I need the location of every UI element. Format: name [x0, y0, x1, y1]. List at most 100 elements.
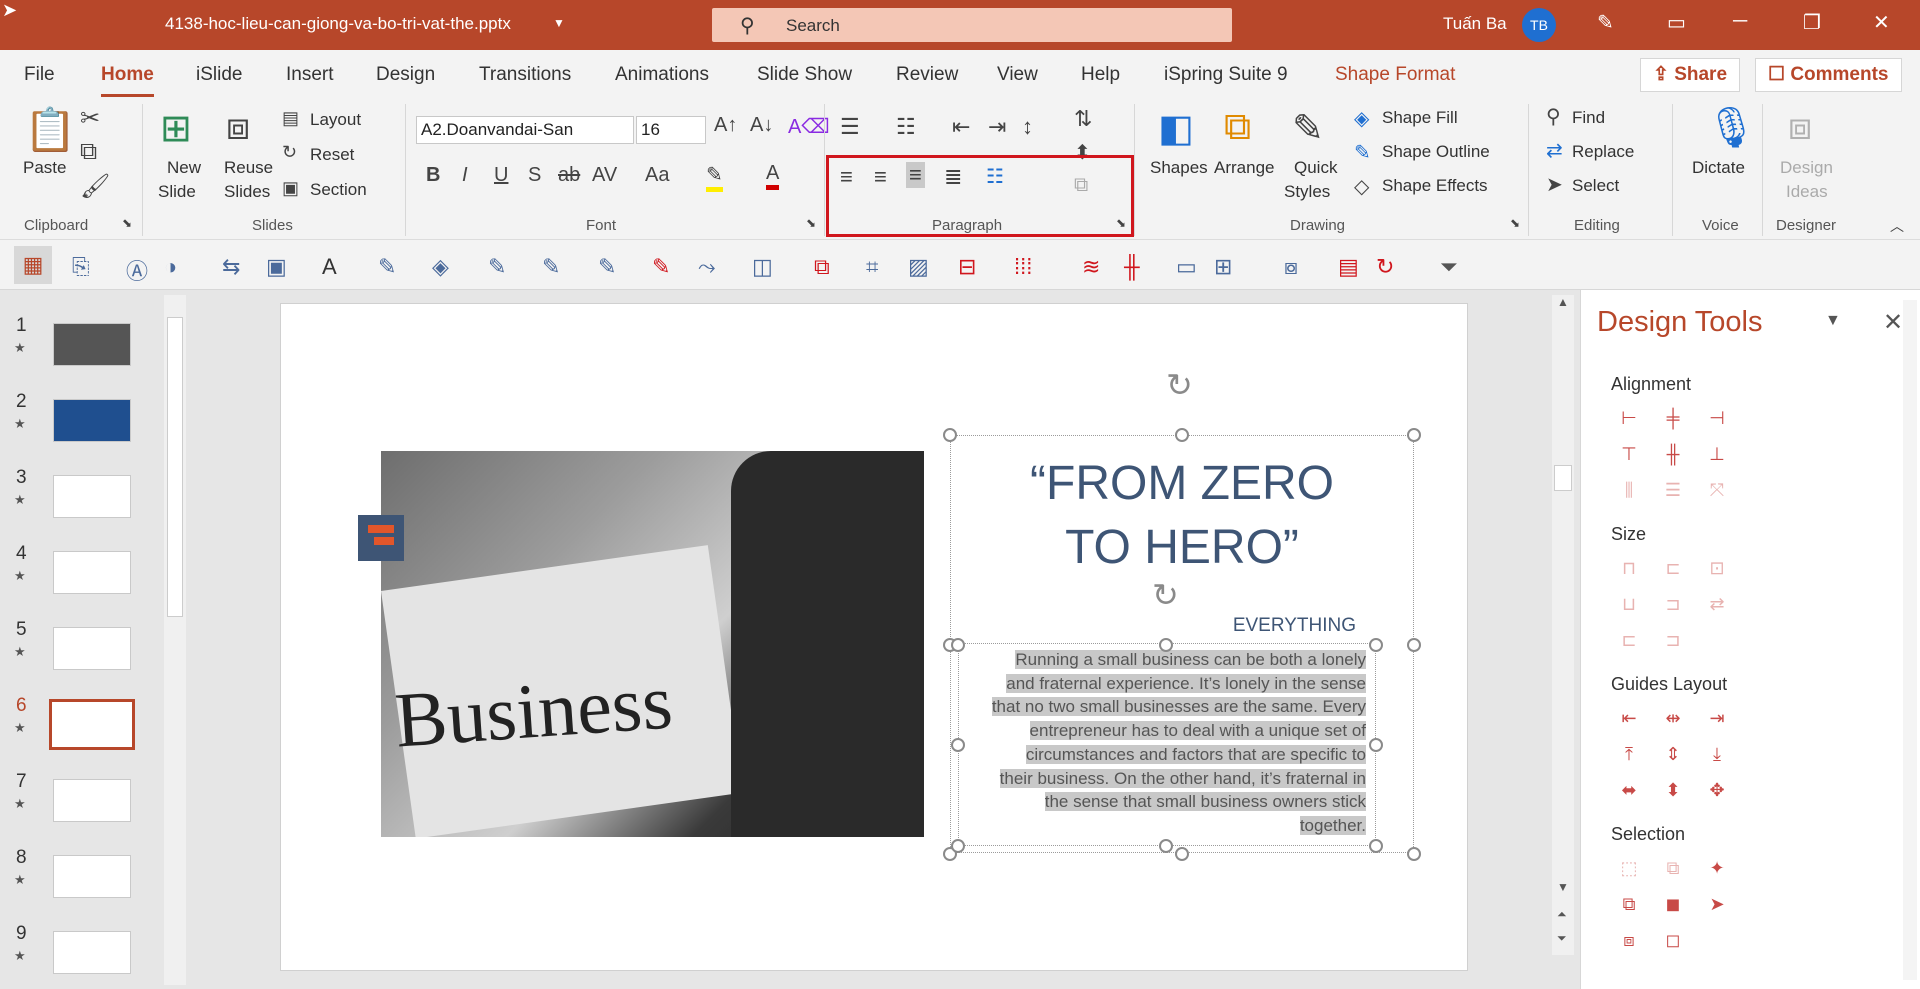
- swap-icon[interactable]: ⇆: [222, 254, 240, 280]
- outline-icon[interactable]: ✎: [542, 254, 560, 280]
- swap-size-icon[interactable]: ⇄: [1705, 592, 1729, 616]
- select-ungroup-icon[interactable]: ⧈: [1617, 928, 1641, 952]
- body-text[interactable]: Running a small business can be both a l…: [960, 648, 1366, 838]
- replace-shape-icon[interactable]: ⤳: [698, 254, 716, 280]
- guide-fill-v-icon[interactable]: ⬍: [1661, 778, 1685, 802]
- thumbnail-slide-9[interactable]: [53, 931, 131, 974]
- right-size-icon[interactable]: ⊐: [1661, 628, 1685, 652]
- section-button[interactable]: Section: [310, 180, 367, 200]
- picture-icon[interactable]: ▨: [908, 254, 929, 280]
- resize-handle[interactable]: [1369, 839, 1383, 853]
- resize-handle[interactable]: [1407, 428, 1421, 442]
- resize-handle[interactable]: [1369, 738, 1383, 752]
- shapes-button[interactable]: Shapes: [1150, 158, 1208, 178]
- next-slide-icon[interactable]: ⏷: [1557, 931, 1567, 946]
- guide-center-h-icon[interactable]: ⇹: [1661, 706, 1685, 730]
- new-slide-label-2[interactable]: Slide: [158, 182, 196, 202]
- left-size-icon[interactable]: ⊏: [1617, 628, 1641, 652]
- strikethrough-icon[interactable]: ab: [558, 164, 580, 187]
- customize-toolbar-icon[interactable]: ⏷: [1440, 254, 1458, 280]
- line-spacing-icon[interactable]: ↕: [1022, 114, 1033, 140]
- tab-home[interactable]: Home: [101, 64, 154, 97]
- align-right-icon[interactable]: ⊣: [1705, 406, 1729, 430]
- minimize-icon[interactable]: ─: [1733, 10, 1747, 33]
- resize-handle[interactable]: [951, 839, 965, 853]
- tab-shape-format[interactable]: Shape Format: [1335, 64, 1455, 86]
- shape-outline-button[interactable]: Shape Outline: [1382, 142, 1490, 162]
- align-center-icon[interactable]: ╪: [1661, 406, 1685, 430]
- guide-left-icon[interactable]: ⇤: [1617, 706, 1641, 730]
- scroll-thumb[interactable]: [1554, 465, 1572, 491]
- font-color-icon[interactable]: A: [766, 162, 780, 190]
- resize-handle[interactable]: [951, 738, 965, 752]
- tab-ispring[interactable]: iSpring Suite 9: [1164, 64, 1288, 86]
- magic-wand-icon[interactable]: ✦: [1705, 856, 1729, 880]
- distribute-diag-icon[interactable]: ⤧: [1705, 478, 1729, 502]
- tab-file[interactable]: File: [24, 64, 55, 86]
- reuse-label-1[interactable]: Reuse: [224, 158, 273, 178]
- resize-handle[interactable]: [1175, 428, 1189, 442]
- reset-button[interactable]: Reset: [310, 145, 354, 165]
- align-bottom-icon[interactable]: ⊥: [1705, 442, 1729, 466]
- decrease-indent-icon[interactable]: ⇤: [952, 114, 970, 140]
- textbox-icon[interactable]: Ⓐ: [126, 254, 148, 286]
- tab-design[interactable]: Design: [376, 64, 435, 86]
- panel-scrollbar[interactable]: [1903, 300, 1917, 980]
- scroll-thumb[interactable]: [167, 317, 183, 617]
- share-button[interactable]: ⇪ Share: [1640, 58, 1741, 92]
- find-button[interactable]: Find: [1572, 108, 1605, 128]
- subtitle[interactable]: EVERYTHING: [1180, 615, 1356, 637]
- font-size-combo[interactable]: 16: [636, 116, 706, 144]
- paste-button[interactable]: Paste: [23, 158, 66, 178]
- reuse-slides-icon[interactable]: ⧈: [226, 106, 250, 149]
- quick-styles-icon[interactable]: ✎: [1292, 106, 1324, 151]
- tab-transitions[interactable]: Transitions: [479, 64, 571, 86]
- shapes-icon[interactable]: ◧: [1158, 106, 1194, 151]
- eyedropper-3-icon[interactable]: ✎: [598, 254, 616, 280]
- replace-button[interactable]: Replace: [1572, 142, 1634, 162]
- title-line-2[interactable]: TO HERO”: [950, 520, 1414, 575]
- cut-icon[interactable]: ✂: [80, 104, 100, 133]
- grid-icon[interactable]: ⊞: [1214, 254, 1232, 280]
- tab-insert[interactable]: Insert: [286, 64, 334, 86]
- title-line-1[interactable]: “FROM ZERO: [950, 456, 1414, 511]
- thumbnail-slide-2[interactable]: [53, 399, 131, 442]
- microphone-icon[interactable]: 🎙: [1706, 104, 1757, 151]
- matrix-icon[interactable]: ⁞⁞⁞: [1014, 254, 1032, 280]
- prev-slide-icon[interactable]: ⏶: [1557, 907, 1567, 922]
- shape-fill-button[interactable]: Shape Fill: [1382, 108, 1458, 128]
- arrange-button[interactable]: Arrange: [1214, 158, 1274, 178]
- shape-effects-button[interactable]: Shape Effects: [1382, 176, 1488, 196]
- design-ideas-label-1[interactable]: Design: [1780, 158, 1833, 178]
- layers-icon[interactable]: ≋: [1082, 254, 1100, 280]
- new-slide-label-1[interactable]: New: [167, 158, 201, 178]
- shadow-icon[interactable]: S: [528, 164, 541, 187]
- drawing-dialog-launcher-icon[interactable]: ⬊: [1510, 216, 1520, 230]
- thumbnail-slide-6[interactable]: [49, 699, 135, 750]
- guide-fill-all-icon[interactable]: ✥: [1705, 778, 1729, 802]
- height-icon[interactable]: ⊐: [1661, 592, 1685, 616]
- char-spacing-icon[interactable]: AV: [592, 164, 617, 187]
- file-name[interactable]: 4138-hoc-lieu-can-giong-va-bo-tri-vat-th…: [165, 14, 511, 34]
- export-icon[interactable]: ⎘: [72, 254, 90, 280]
- distribute-icon[interactable]: ⊟: [958, 254, 976, 280]
- font-name-combo[interactable]: A2.Doanvandai-San: [416, 116, 634, 144]
- slide-scrollbar[interactable]: ▲ ▼ ⏶ ⏷: [1552, 295, 1574, 955]
- text-color-icon[interactable]: A: [322, 254, 337, 280]
- select-back-icon[interactable]: ◻: [1661, 928, 1685, 952]
- reuse-label-2[interactable]: Slides: [224, 182, 270, 202]
- tab-islide[interactable]: iSlide: [196, 64, 242, 86]
- format-painter-icon[interactable]: 🖌: [80, 172, 110, 201]
- design-ideas-icon[interactable]: ⧈: [1788, 106, 1812, 149]
- highlight-icon[interactable]: ✎: [706, 162, 723, 192]
- bold-icon[interactable]: B: [426, 164, 440, 187]
- increase-indent-icon[interactable]: ⇥: [988, 114, 1006, 140]
- align-middle-icon[interactable]: ╫: [1661, 442, 1685, 466]
- tab-view[interactable]: View: [997, 64, 1038, 86]
- user-name[interactable]: Tuấn Ba: [1443, 14, 1507, 34]
- guide-top-icon[interactable]: ⤒: [1617, 742, 1641, 766]
- business-photo[interactable]: Business: [381, 451, 924, 837]
- design-ideas-label-2[interactable]: Ideas: [1786, 182, 1828, 202]
- eyedropper-icon[interactable]: ✎: [378, 254, 396, 280]
- italic-icon[interactable]: I: [462, 164, 468, 187]
